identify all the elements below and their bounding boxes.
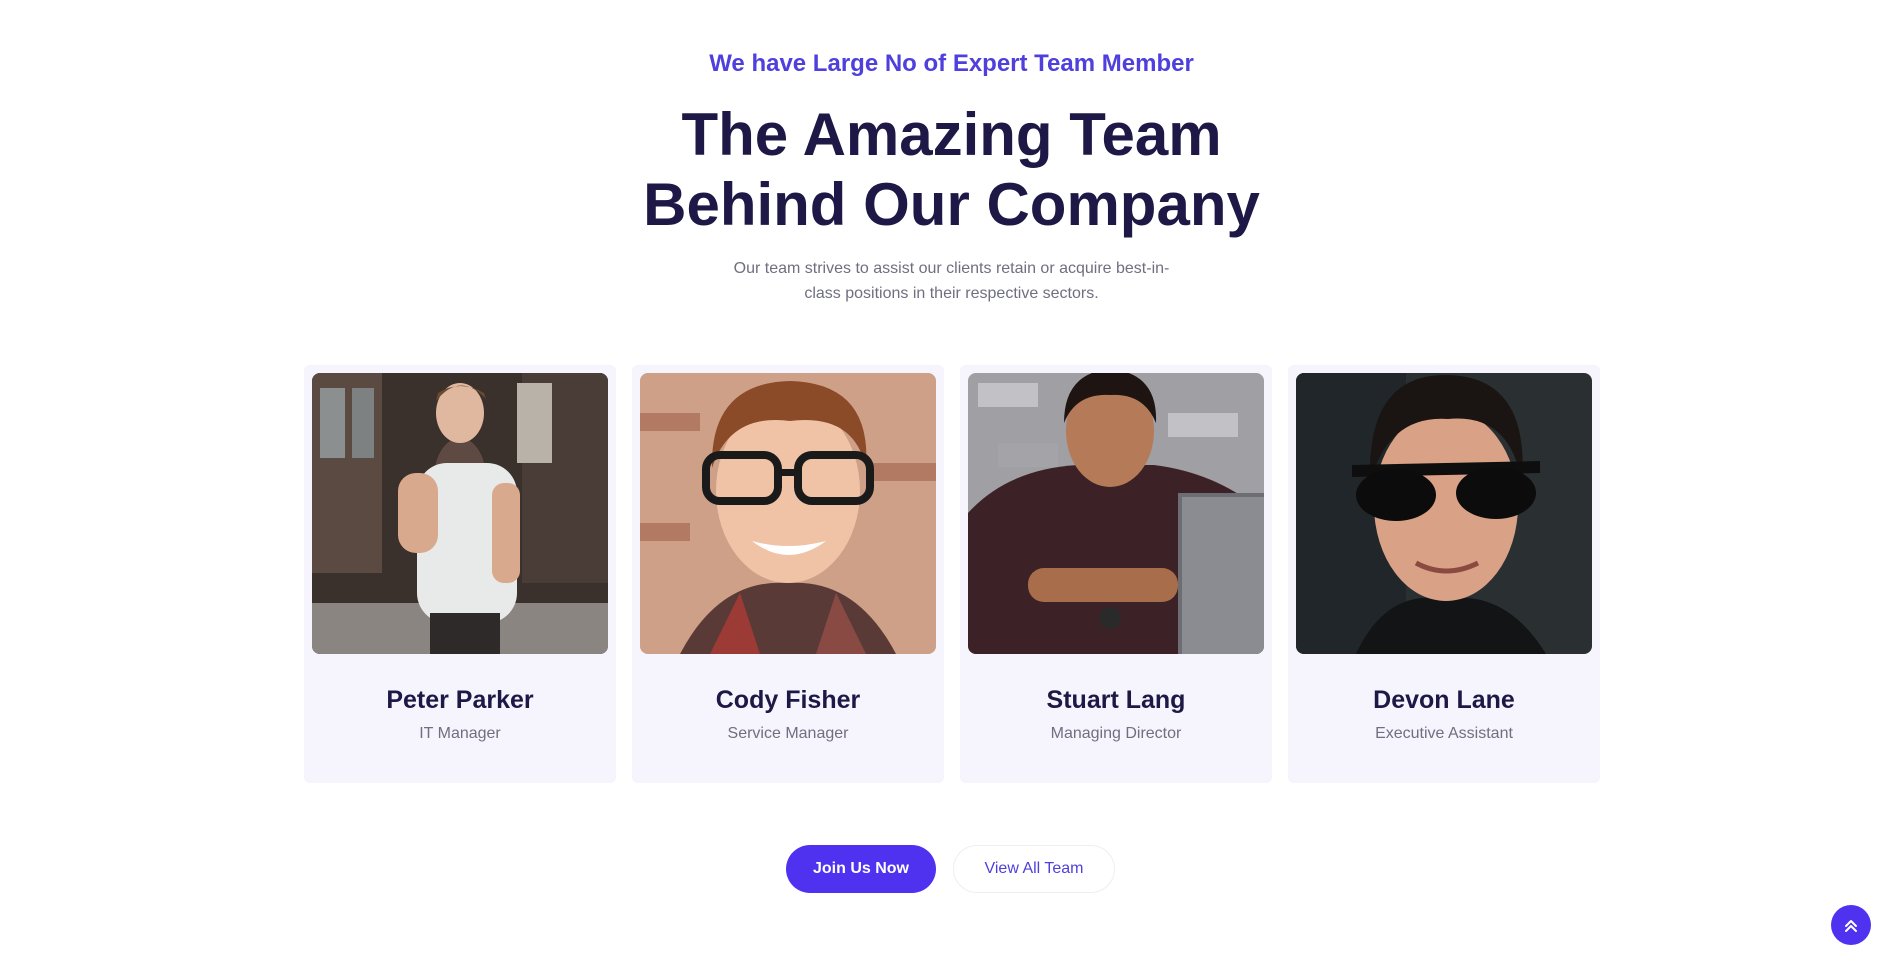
team-card[interactable]: Cody Fisher Service Manager <box>632 365 944 783</box>
section-description: Our team strives to assist our clients r… <box>733 260 1170 302</box>
team-member-photo <box>640 373 936 654</box>
team-cards: Peter Parker IT Manager Cody Fisher Serv… <box>304 365 1600 783</box>
view-all-team-button[interactable]: View All Team <box>953 845 1115 893</box>
team-member-role: Executive Assistant <box>1375 725 1513 742</box>
team-member-photo <box>312 373 608 654</box>
team-member-role: IT Manager <box>419 725 501 742</box>
team-member-name: Peter Parker <box>386 686 534 714</box>
join-us-button[interactable]: Join Us Now <box>786 845 936 893</box>
team-member-role: Service Manager <box>727 725 849 742</box>
team-member-name: Cody Fisher <box>715 686 861 714</box>
team-member-name: Stuart Lang <box>1046 686 1186 714</box>
team-member-role: Managing Director <box>1050 725 1182 742</box>
team-member-photo <box>968 373 1264 654</box>
section-title: The Amazing Team Behind Our Company <box>643 101 1260 238</box>
team-card[interactable]: Devon Lane Executive Assistant <box>1288 365 1600 783</box>
chevron-double-up-icon <box>1845 920 1857 932</box>
team-card[interactable]: Peter Parker IT Manager <box>304 365 616 783</box>
section-subtitle: We have Large No of Expert Team Member <box>709 50 1194 77</box>
team-section: We have Large No of Expert Team Member T… <box>0 0 1903 961</box>
team-member-name: Devon Lane <box>1373 686 1515 714</box>
team-member-photo <box>1296 373 1592 654</box>
team-card[interactable]: Stuart Lang Managing Director <box>960 365 1272 783</box>
scroll-to-top-button[interactable] <box>1831 905 1871 945</box>
